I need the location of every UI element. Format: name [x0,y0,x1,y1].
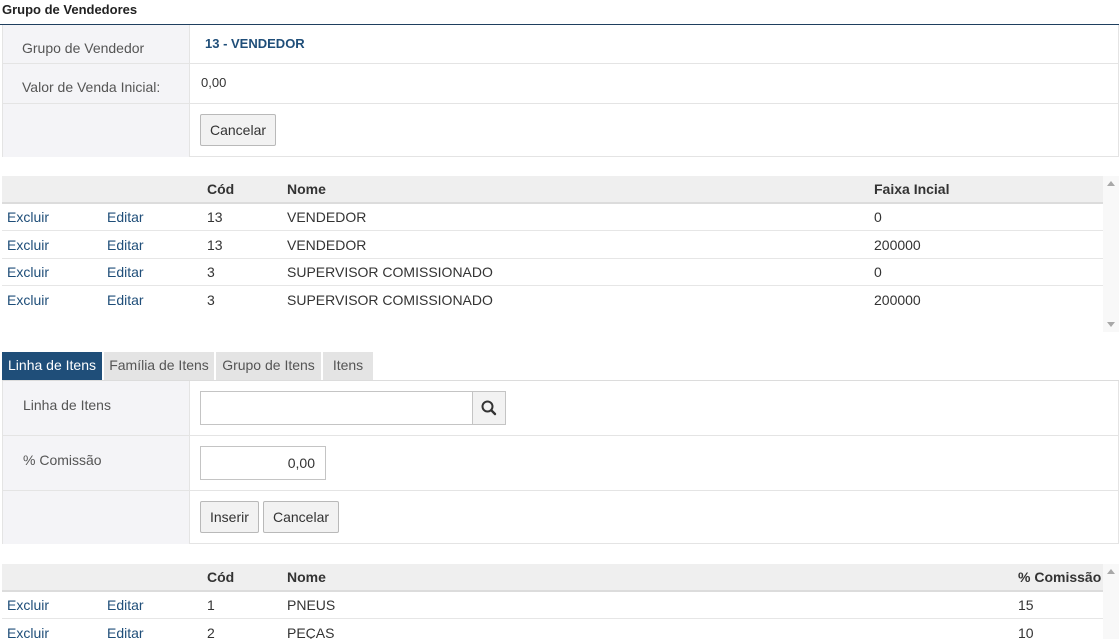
edit-link[interactable]: Editar [107,209,144,225]
line-input[interactable] [200,391,473,425]
group-label: Grupo de Vendedor [22,40,145,56]
commission-actions-row: Inserir Cancelar [3,491,1118,544]
commission-label: % Comissão [23,452,102,468]
group-form: Grupo de Vendedor 13 - VENDEDOR Valor de… [2,25,1119,157]
search-button[interactable] [472,391,506,425]
commission-row: % Comissão [3,436,1118,491]
table-scrollbar[interactable] [1103,176,1119,332]
cell-nome: PNEUS [287,597,336,613]
cell-comissao: 15 [1018,597,1034,613]
cell-comissao: 10 [1018,625,1034,639]
cell-faixa: 0 [874,209,882,225]
table-row: Excluir Editar 13 VENDEDOR 0 [2,204,1103,231]
col-faixa: Faixa Incial [874,181,950,197]
cell-nome: PEÇAS [287,625,335,639]
line-label: Linha de Itens [23,397,111,413]
tab-itens[interactable]: Itens [323,352,373,380]
table-row: Excluir Editar 3 SUPERVISOR COMISSIONADO… [2,259,1103,286]
col-cod: Cód [207,181,235,197]
edit-link[interactable]: Editar [107,264,144,280]
groups-table: Cód Nome Faixa Incial Excluir Editar 13 … [2,176,1119,332]
tab-grupo-de-itens[interactable]: Grupo de Itens [216,352,323,380]
sale-label: Valor de Venda Inicial: [22,79,161,95]
table-row: Excluir Editar 13 VENDEDOR 200000 [2,232,1103,259]
delete-link[interactable]: Excluir [7,292,49,308]
group-value: 13 - VENDEDOR [205,36,305,51]
edit-link[interactable]: Editar [107,625,144,639]
scroll-up-icon[interactable] [1107,181,1115,186]
page-title: Grupo de Vendedores [0,0,1119,25]
cell-nome: SUPERVISOR COMISSIONADO [287,292,493,308]
edit-link[interactable]: Editar [107,237,144,253]
actions-row: Cancelar [3,104,1118,157]
delete-link[interactable]: Excluir [7,209,49,225]
cell-cod: 2 [207,625,215,639]
table-header: Cód Nome Faixa Incial [2,176,1103,204]
table-row: Excluir Editar 1 PNEUS 15 [2,592,1103,619]
cell-nome: VENDEDOR [287,237,367,253]
cell-cod: 3 [207,292,215,308]
cell-cod: 1 [207,597,215,613]
table-header: Cód Nome % Comissão [2,564,1103,592]
cell-cod: 13 [207,237,223,253]
cell-nome: SUPERVISOR COMISSIONADO [287,264,493,280]
commission-table: Cód Nome % Comissão Excluir Editar 1 PNE… [2,564,1119,639]
line-row: Linha de Itens [3,381,1118,436]
cell-faixa: 200000 [874,292,921,308]
cell-cod: 13 [207,209,223,225]
search-icon [481,400,497,416]
delete-link[interactable]: Excluir [7,264,49,280]
table-scrollbar[interactable] [1103,564,1119,639]
cell-cod: 3 [207,264,215,280]
cell-nome: VENDEDOR [287,209,367,225]
cell-faixa: 0 [874,264,882,280]
tab-linha-de-itens[interactable]: Linha de Itens [2,352,104,380]
commission-form: Linha de Itens % Comissão Inserir Cancel… [2,381,1119,544]
insert-button[interactable]: Inserir [200,501,259,533]
col-nome: Nome [287,181,326,197]
cancel-button[interactable]: Cancelar [200,114,277,146]
col-cod: Cód [207,569,235,585]
col-comissao: % Comissão [1018,569,1102,585]
group-row: Grupo de Vendedor 13 - VENDEDOR [3,25,1118,64]
scroll-up-icon[interactable] [1107,569,1115,574]
table-row: Excluir Editar 3 SUPERVISOR COMISSIONADO… [2,287,1103,314]
delete-link[interactable]: Excluir [7,625,49,639]
edit-link[interactable]: Editar [107,597,144,613]
cancel-commission-button[interactable]: Cancelar [263,501,340,533]
table-row: Excluir Editar 2 PEÇAS 10 [2,620,1103,639]
scroll-down-icon[interactable] [1107,322,1115,327]
commission-input[interactable] [200,446,326,480]
delete-link[interactable]: Excluir [7,237,49,253]
sale-value: 0,00 [201,75,227,90]
sale-row: Valor de Venda Inicial: 0,00 [3,64,1118,104]
col-nome: Nome [287,569,326,585]
edit-link[interactable]: Editar [107,292,144,308]
delete-link[interactable]: Excluir [7,597,49,613]
cell-faixa: 200000 [874,237,921,253]
tab-familia-de-itens[interactable]: Família de Itens [104,352,216,380]
